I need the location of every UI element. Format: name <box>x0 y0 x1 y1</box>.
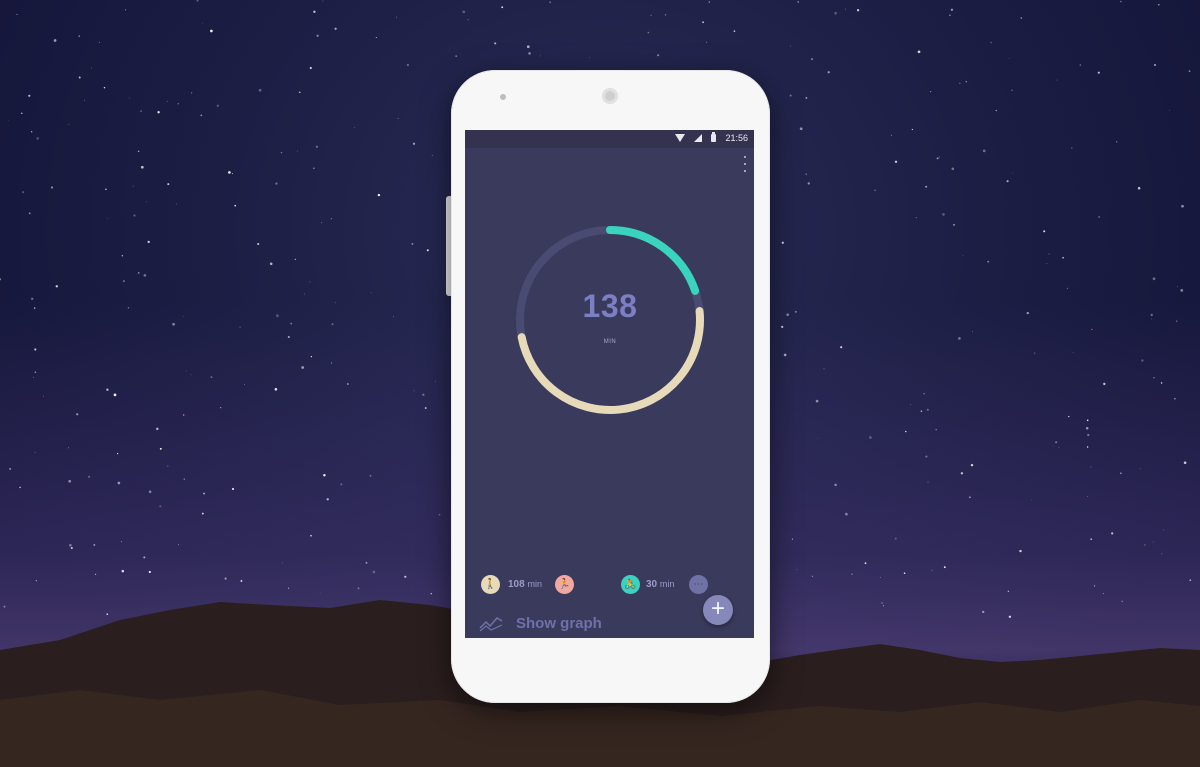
signal-icon <box>694 134 703 142</box>
phone-frame: 21:56 138 MIN 🚶 108 min 🏃 🚴 30 min ⋯ + S… <box>451 70 770 703</box>
status-bar: 21:56 <box>465 130 754 148</box>
wifi-icon <box>675 134 686 142</box>
cycling-minutes: 30 min <box>646 579 675 590</box>
total-minutes-unit: MIN <box>603 339 617 345</box>
show-graph-link[interactable]: Show graph <box>479 612 629 632</box>
app-screen: 21:56 138 MIN 🚶 108 min 🏃 🚴 30 min ⋯ + S… <box>465 130 754 638</box>
front-camera <box>602 88 618 104</box>
activity-summary-row: 🚶 108 min 🏃 🚴 30 min ⋯ <box>481 575 731 595</box>
add-activity-button[interactable]: + <box>703 595 733 625</box>
cycling-icon[interactable]: 🚴 <box>621 575 640 594</box>
graph-icon <box>479 617 503 632</box>
status-time: 21:56 <box>725 133 748 143</box>
total-minutes-value: 138 <box>582 288 638 324</box>
plus-icon: + <box>710 595 725 622</box>
phone-sensor <box>500 94 506 100</box>
show-graph-label: Show graph <box>516 615 602 632</box>
more-icon[interactable]: ⋯ <box>689 575 708 594</box>
overflow-menu-icon[interactable] <box>742 156 748 172</box>
walking-minutes: 108 min <box>508 579 542 590</box>
walking-icon[interactable]: 🚶 <box>481 575 500 594</box>
battery-icon <box>711 132 717 142</box>
running-icon[interactable]: 🏃 <box>555 575 574 594</box>
